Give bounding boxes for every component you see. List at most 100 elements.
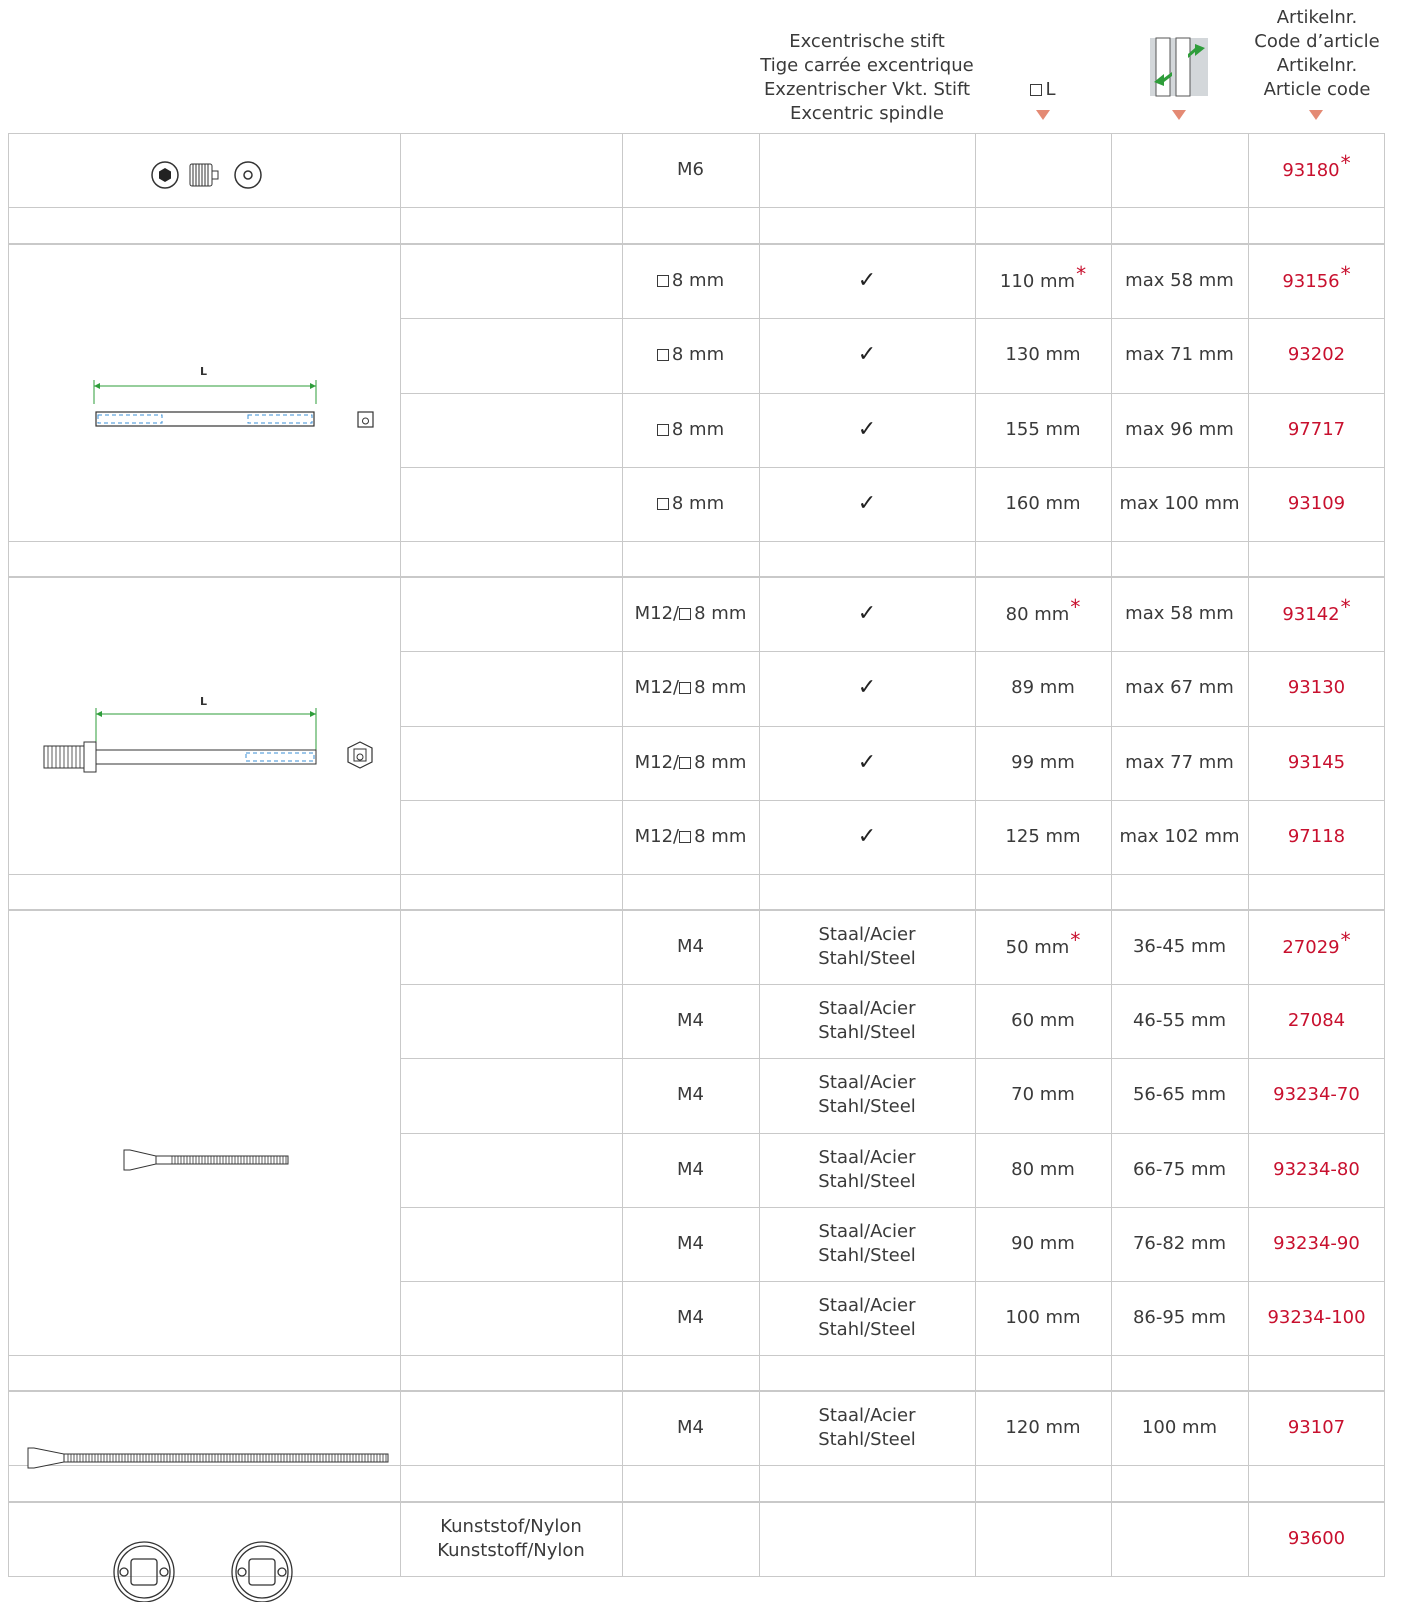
cell-thickness: max 58 mm bbox=[1111, 244, 1248, 318]
cell-thickness: 36-45 mm bbox=[1111, 910, 1248, 984]
length-value: 155 mm bbox=[1005, 418, 1080, 442]
article-code[interactable]: 93130 bbox=[1288, 676, 1345, 700]
spacer-divider bbox=[400, 542, 401, 577]
thickness-text: 66-75 mm bbox=[1132, 1159, 1227, 1180]
spacer-divider bbox=[1111, 542, 1112, 577]
cell-thickness: 100 mm bbox=[1111, 1391, 1248, 1465]
article-code[interactable]: 27029* bbox=[1282, 928, 1350, 960]
cell-code: 97118 bbox=[1248, 800, 1385, 874]
length-value: 99 mm bbox=[1011, 751, 1075, 775]
cell-material: Kunststof/Nylon Kunststoff/Nylon bbox=[400, 1502, 622, 1576]
article-code-text: 93156 bbox=[1282, 271, 1340, 292]
cell-material bbox=[400, 133, 622, 207]
thickness-text: max 67 mm bbox=[1125, 677, 1234, 698]
length-value: 50 mm* bbox=[1005, 928, 1081, 960]
cell-material bbox=[400, 800, 622, 874]
cell-spindle: Staal/Acier Stahl/Steel bbox=[759, 1207, 975, 1281]
length-text: 50 mm bbox=[1005, 937, 1070, 958]
cell-size: M4 bbox=[622, 1391, 759, 1465]
spacer-divider bbox=[1111, 875, 1112, 910]
length-text: 80 mm bbox=[1011, 1159, 1075, 1180]
length-value: 100 mm bbox=[1005, 1306, 1080, 1330]
spacer-divider bbox=[975, 1356, 976, 1391]
article-code-text: 93145 bbox=[1287, 752, 1346, 773]
length-value: 125 mm bbox=[1005, 825, 1080, 849]
cell-thickness: max 100 mm bbox=[1111, 467, 1248, 541]
cell-material bbox=[400, 1207, 622, 1281]
size-value: M4 bbox=[677, 1416, 704, 1440]
thickness-text: 76-82 mm bbox=[1132, 1233, 1227, 1254]
cell-spindle: ✓ bbox=[759, 467, 975, 541]
cell-thickness: max 96 mm bbox=[1111, 393, 1248, 467]
cell-code: 27029* bbox=[1248, 910, 1385, 984]
article-code[interactable]: 97717 bbox=[1288, 418, 1345, 442]
article-code[interactable]: 93234-100 bbox=[1267, 1306, 1365, 1330]
size-value: M12/8 mm bbox=[635, 825, 747, 849]
article-code[interactable]: 93142* bbox=[1282, 595, 1350, 627]
size-value: M12/8 mm bbox=[635, 676, 747, 700]
spacer-divider bbox=[1111, 1466, 1112, 1502]
spacer-edge bbox=[1384, 1356, 1385, 1391]
cell-length: 130 mm bbox=[975, 318, 1111, 392]
article-code[interactable]: 93156* bbox=[1282, 262, 1350, 294]
spacer-divider bbox=[975, 542, 976, 577]
cell-material bbox=[400, 1133, 622, 1207]
cell-spindle: ✓ bbox=[759, 244, 975, 318]
article-code[interactable]: 93234-70 bbox=[1273, 1083, 1360, 1107]
cell-thickness: max 71 mm bbox=[1111, 318, 1248, 392]
header-spindle-line: Excentric spindle bbox=[790, 103, 944, 124]
spindle-material-line: Staal/Acier bbox=[818, 1221, 916, 1242]
header-article: Artikelnr. Code d’article Artikelnr. Art… bbox=[1249, 6, 1385, 102]
spindle-length-label: L bbox=[200, 365, 208, 378]
size-value: M12/8 mm bbox=[635, 751, 747, 775]
length-text: 160 mm bbox=[1005, 493, 1081, 514]
length-text: 60 mm bbox=[1011, 1010, 1075, 1031]
article-code[interactable]: 93234-90 bbox=[1273, 1232, 1360, 1256]
article-code[interactable]: 93202 bbox=[1288, 343, 1345, 367]
cell-thickness: 66-75 mm bbox=[1111, 1133, 1248, 1207]
cell-material bbox=[400, 393, 622, 467]
cell-size: 8 mm bbox=[622, 244, 759, 318]
cell-spindle: Staal/Acier Stahl/Steel bbox=[759, 910, 975, 984]
length-text: 90 mm bbox=[1011, 1233, 1075, 1254]
article-code[interactable]: 27084 bbox=[1288, 1009, 1345, 1033]
cell-spindle: ✓ bbox=[759, 393, 975, 467]
cell-length: 120 mm bbox=[975, 1391, 1111, 1465]
cell-length: 90 mm bbox=[975, 1207, 1111, 1281]
spindle-material-line: Staal/Acier bbox=[818, 1147, 916, 1168]
spindle-material-line: Staal/Acier bbox=[818, 1072, 916, 1093]
article-code[interactable]: 93107 bbox=[1288, 1416, 1345, 1440]
cell-thickness: 76-82 mm bbox=[1111, 1207, 1248, 1281]
size-text: 8 mm bbox=[694, 603, 747, 624]
cell-size: M6 bbox=[622, 133, 759, 207]
article-code[interactable]: 93600 bbox=[1288, 1527, 1345, 1551]
spindle-material-line: Stahl/Steel bbox=[818, 1022, 916, 1043]
size-text: 8 mm bbox=[694, 752, 747, 773]
cell-thickness: max 77 mm bbox=[1111, 726, 1248, 800]
thickness-text: 46-55 mm bbox=[1132, 1010, 1227, 1031]
spacer-divider bbox=[400, 1466, 401, 1502]
check-icon: ✓ bbox=[857, 417, 877, 442]
size-prefix: M12/ bbox=[634, 752, 680, 773]
size-value: M4 bbox=[677, 1009, 704, 1033]
article-code[interactable]: 93180* bbox=[1282, 151, 1350, 183]
spacer-edge bbox=[8, 1356, 9, 1391]
cell-length: 99 mm bbox=[975, 726, 1111, 800]
cell-spindle: Staal/Acier Stahl/Steel bbox=[759, 1281, 975, 1355]
article-code-text: 27084 bbox=[1287, 1010, 1346, 1031]
length-value: 90 mm bbox=[1011, 1232, 1075, 1256]
length-value: 89 mm bbox=[1011, 676, 1075, 700]
cell-code: 93156* bbox=[1248, 244, 1385, 318]
size-text: 8 mm bbox=[671, 493, 725, 514]
cell-code: 93142* bbox=[1248, 577, 1385, 651]
cell-code: 93130 bbox=[1248, 651, 1385, 725]
article-code[interactable]: 93109 bbox=[1288, 492, 1345, 516]
size-text: M4 bbox=[677, 1084, 704, 1105]
set-screw-icons bbox=[151, 161, 262, 189]
article-code[interactable]: 97118 bbox=[1288, 825, 1345, 849]
article-code[interactable]: 93234-80 bbox=[1273, 1158, 1360, 1182]
asterisk-icon: * bbox=[1076, 262, 1087, 286]
cell-size: 8 mm bbox=[622, 393, 759, 467]
article-code[interactable]: 93145 bbox=[1288, 751, 1345, 775]
square-symbol-icon bbox=[1030, 84, 1043, 96]
